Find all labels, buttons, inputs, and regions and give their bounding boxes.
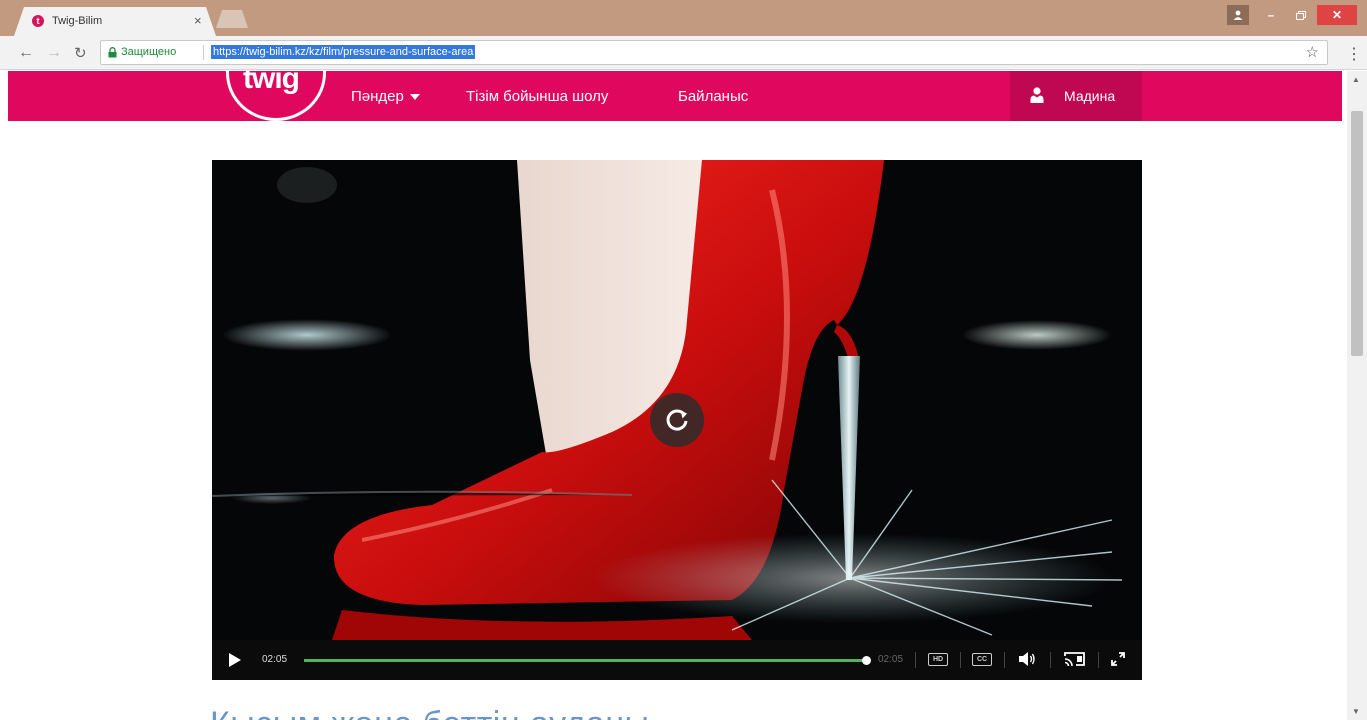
progress-knob[interactable] [862,656,871,665]
controls-divider [1050,652,1051,668]
browser-menu-icon[interactable]: ⋮ [1346,44,1362,64]
caret-down-icon [409,94,420,101]
profile-icon[interactable] [1227,5,1249,25]
tab-close-icon[interactable]: × [194,13,202,28]
nav-subjects-dropdown[interactable]: Пәндер [351,88,420,105]
user-menu[interactable]: Мадина [1010,71,1142,121]
video-player[interactable]: 02:05 02:05 HD CC [212,160,1142,680]
new-tab-button[interactable] [216,10,248,28]
chromecast-icon[interactable] [1064,651,1086,667]
address-bar[interactable]: Защищено https://twig-bilim.kz/kz/film/p… [100,40,1328,65]
page-title: Қысым және беттің ауданы [210,705,649,720]
browser-toolbar: ← → ↻ Защищено https://twig-bilim.kz/kz/… [0,36,1367,70]
volume-icon[interactable] [1018,651,1036,667]
user-icon [1030,87,1044,103]
site-navbar: twig Пәндер Тізім бойынша шолу Байланыс … [8,71,1342,121]
replay-button[interactable] [650,393,704,447]
total-time: 02:05 [878,654,904,665]
controls-divider [915,652,916,668]
tab-title: Twig-Bilim [52,15,103,27]
progress-fill [304,659,866,662]
controls-divider [1004,652,1005,668]
nav-browse-list[interactable]: Тізім бойынша шолу [466,88,608,105]
url-text[interactable]: https://twig-bilim.kz/kz/film/pressure-a… [211,45,476,59]
replay-icon [666,409,688,431]
progress-bar[interactable] [304,656,871,665]
security-label: Защищено [121,46,177,58]
maximize-button[interactable] [1287,5,1315,25]
nav-subjects-label: Пәндер [351,88,404,105]
hd-toggle[interactable]: HD [928,653,948,666]
logo-text: twig [243,71,300,95]
controls-divider [960,652,961,668]
bookmark-star-icon[interactable]: ☆ [1306,43,1319,61]
scroll-thumb[interactable] [1351,111,1363,356]
window-controls: – ✕ [1227,5,1357,25]
address-separator [203,45,204,60]
close-window-button[interactable]: ✕ [1317,5,1357,25]
current-time: 02:05 [262,654,288,665]
lock-icon [108,47,117,58]
cc-toggle[interactable]: CC [972,653,992,666]
fullscreen-icon[interactable] [1110,651,1126,667]
back-arrow-icon[interactable]: ← [18,44,34,62]
browser-tab[interactable]: t Twig-Bilim × [14,7,216,36]
browser-titlebar: t Twig-Bilim × – ✕ [0,0,1367,36]
twig-favicon-icon: t [32,15,44,27]
page-viewport: twig Пәндер Тізім бойынша шолу Байланыс … [0,71,1347,720]
controls-divider [1098,652,1099,668]
scroll-up-icon[interactable]: ▲ [1352,75,1360,84]
reload-icon[interactable]: ↻ [74,44,87,62]
user-name: Мадина [1064,88,1116,104]
twig-logo[interactable]: twig [226,71,326,121]
minimize-button[interactable]: – [1257,5,1285,25]
page-scrollbar[interactable]: ▲ ▼ [1347,71,1367,720]
video-controls: 02:05 02:05 HD CC [212,640,1142,680]
scroll-down-icon[interactable]: ▼ [1352,707,1360,716]
nav-contact[interactable]: Байланыс [678,88,748,105]
forward-arrow-icon[interactable]: → [46,44,62,62]
play-icon[interactable] [228,653,242,667]
